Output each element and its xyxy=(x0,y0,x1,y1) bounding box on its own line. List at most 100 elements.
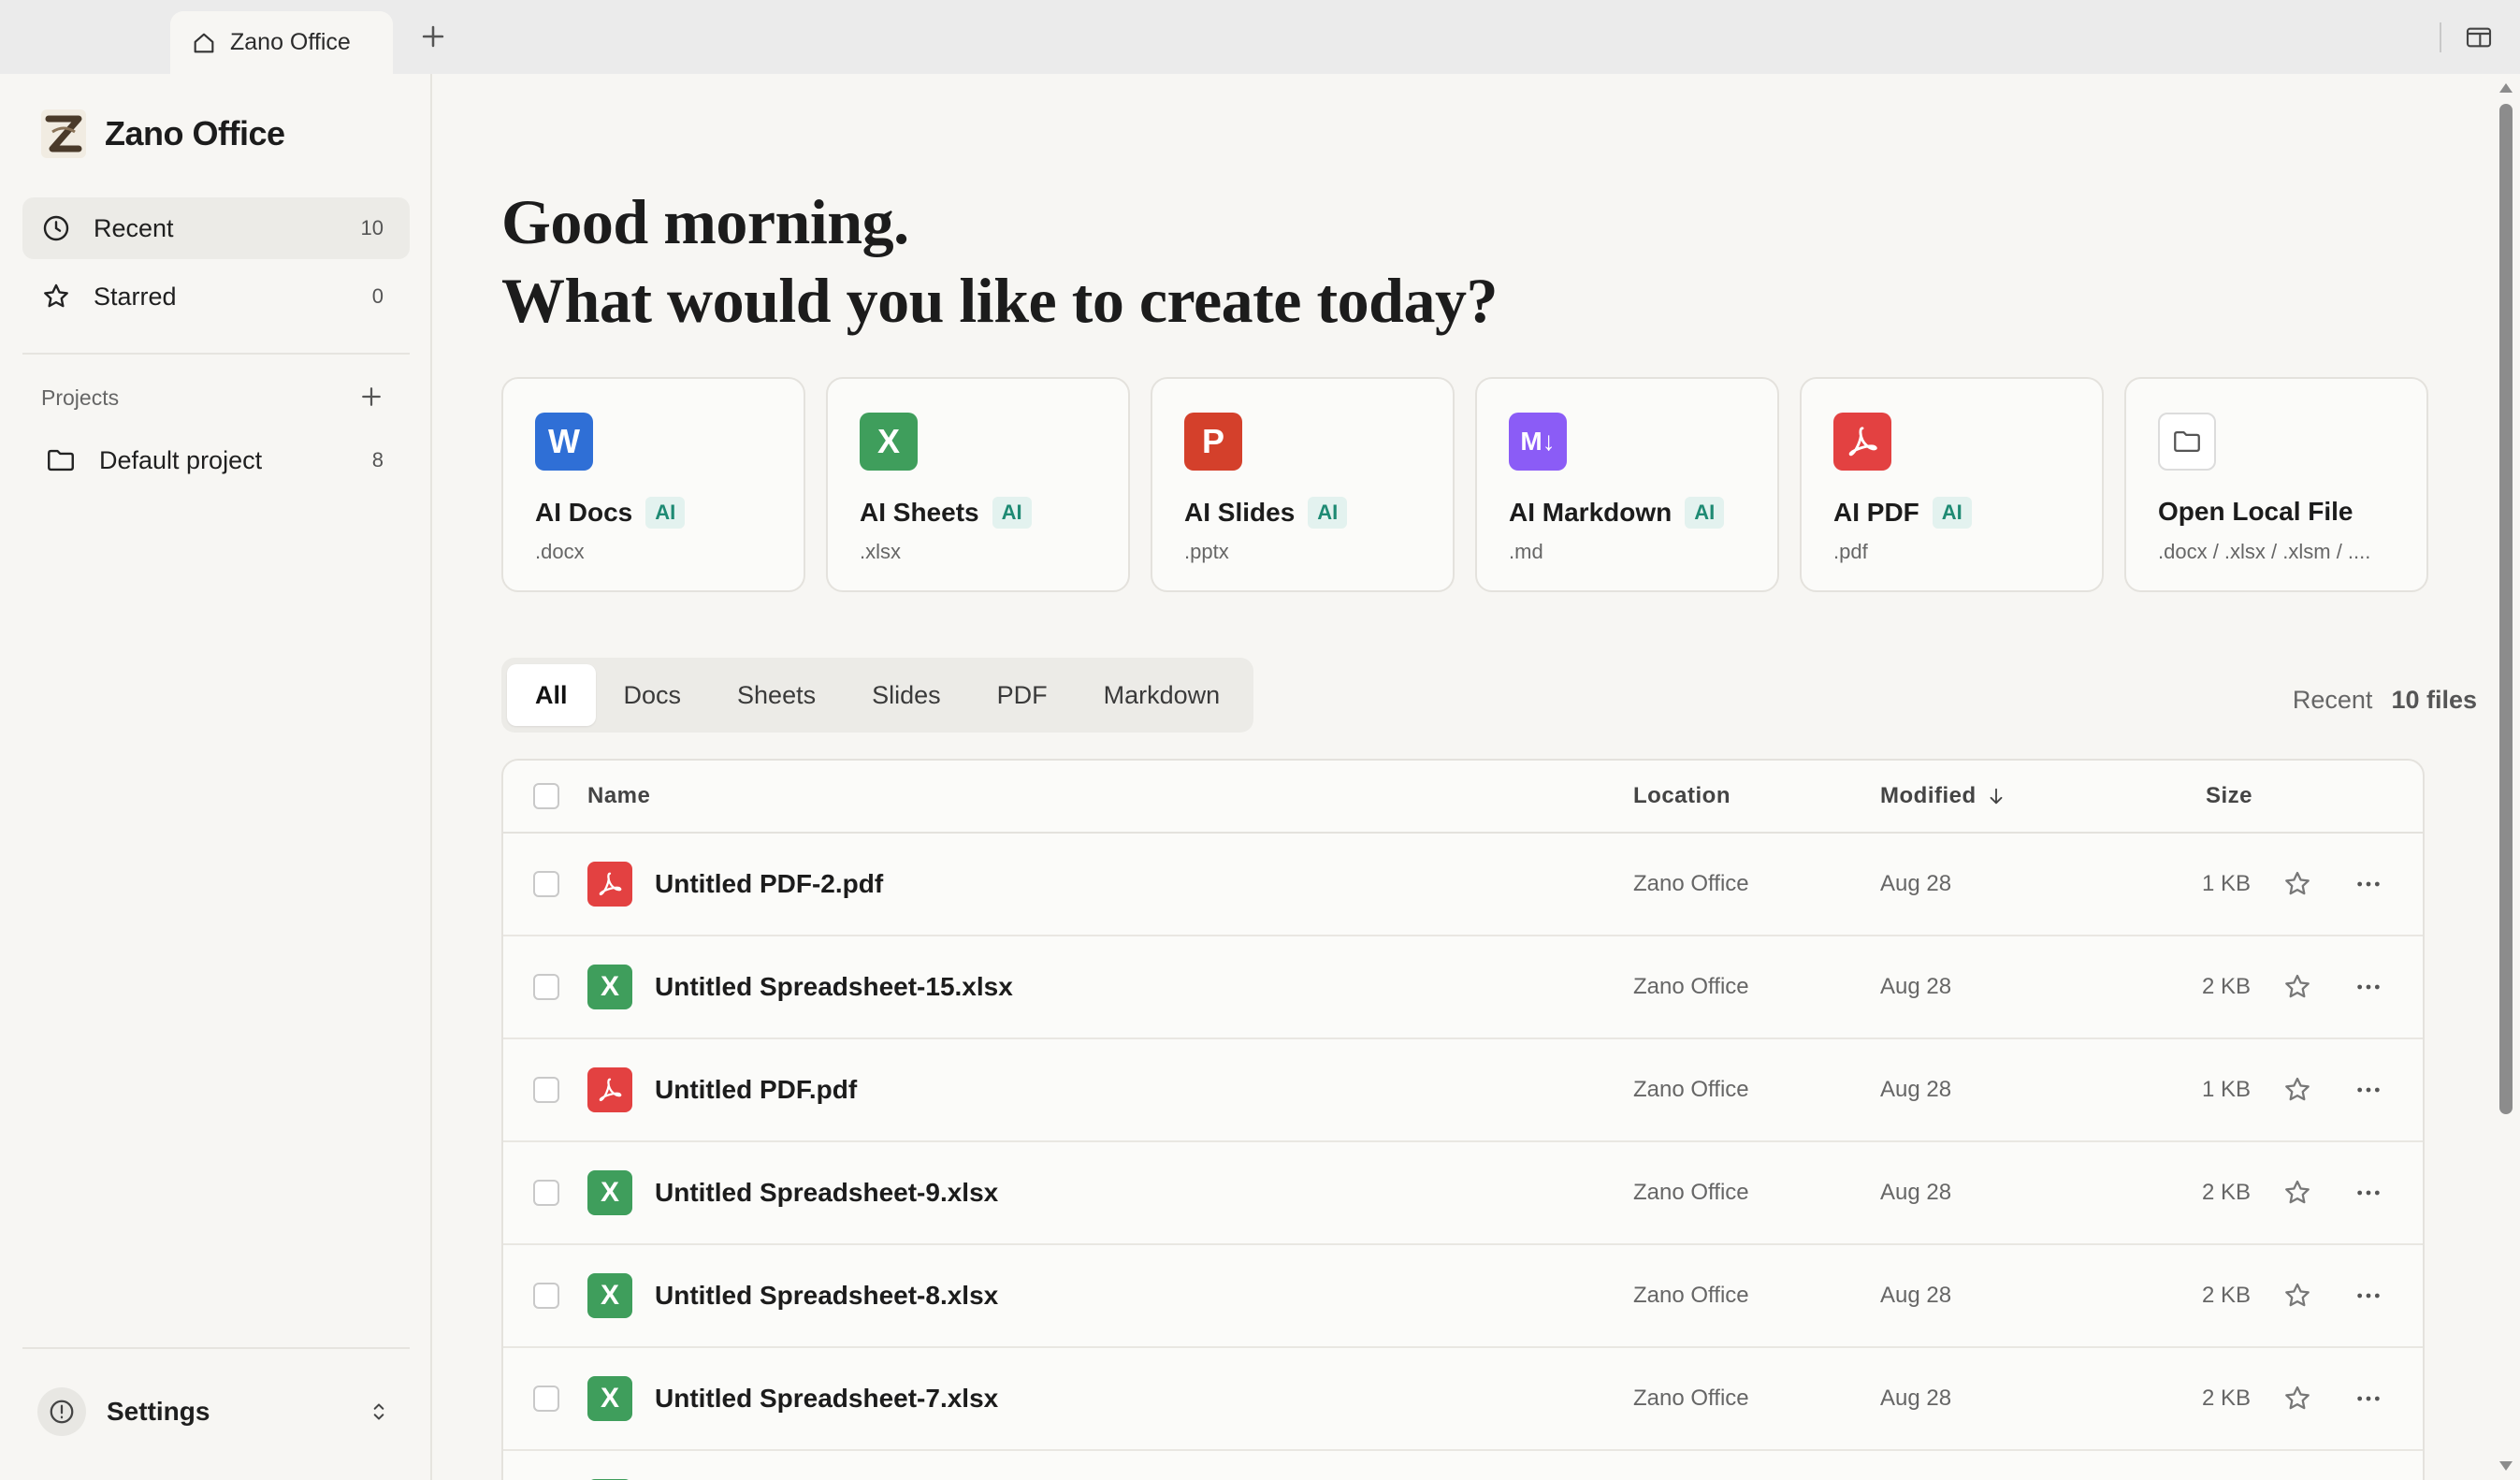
more-options-icon[interactable] xyxy=(2353,869,2383,899)
star-icon[interactable] xyxy=(2282,1384,2312,1414)
file-size: 2 KB xyxy=(2201,1283,2251,1308)
sidebar-item-default-project[interactable]: Default project 8 xyxy=(22,431,410,489)
card-title-text: AI Slides xyxy=(1184,498,1296,527)
file-name[interactable]: Untitled PDF-2.pdf xyxy=(655,869,883,899)
star-icon[interactable] xyxy=(2282,972,2312,1002)
brand[interactable]: Zano Office xyxy=(39,108,285,160)
star-icon[interactable] xyxy=(2282,869,2312,899)
filter-slides[interactable]: Slides xyxy=(844,664,969,726)
star-icon[interactable] xyxy=(2282,1075,2312,1105)
filter-markdown[interactable]: Markdown xyxy=(1076,664,1249,726)
plus-icon[interactable] xyxy=(417,21,449,52)
sidebar-divider xyxy=(22,1347,410,1349)
row-checkbox[interactable] xyxy=(533,871,559,897)
pdf-icon xyxy=(587,862,632,907)
sort-arrow-down-icon xyxy=(1990,788,2003,805)
add-project-icon[interactable] xyxy=(357,383,385,411)
more-options-icon[interactable] xyxy=(2353,972,2383,1002)
column-modified[interactable]: Modified xyxy=(1880,783,2006,809)
file-name[interactable]: Untitled Spreadsheet-9.xlsx xyxy=(655,1178,998,1208)
create-card-ai-pdf[interactable]: AI PDF AI .pdf xyxy=(1800,377,2104,592)
ai-badge: AI xyxy=(992,497,1032,529)
file-type-filter: All Docs Sheets Slides PDF Markdown xyxy=(501,658,1254,733)
spreadsheet-icon: X xyxy=(860,413,918,471)
create-card-open-local-file[interactable]: Open Local File .docx / .xlsx / .xlsm / … xyxy=(2124,377,2428,592)
column-location[interactable]: Location xyxy=(1633,783,1731,809)
card-title: AI PDF AI xyxy=(1833,497,1972,529)
card-extension: .docx / .xlsx / .xlsm / .... xyxy=(2158,540,2371,563)
row-checkbox[interactable] xyxy=(533,1283,559,1309)
ai-badge: AI xyxy=(1308,497,1348,529)
file-name[interactable]: Untitled Spreadsheet-15.xlsx xyxy=(655,972,1013,1002)
chevron-up-down-icon xyxy=(373,1403,384,1420)
table-row[interactable]: X Untitled Spreadsheet-8.xlsx Zano Office A… xyxy=(503,1245,2423,1348)
sidebar-item-label: Starred xyxy=(94,282,177,311)
file-modified: Aug 28 xyxy=(1880,871,1952,896)
toolbar-divider xyxy=(2440,22,2441,52)
more-options-icon[interactable] xyxy=(2353,1178,2383,1208)
home-icon xyxy=(194,33,214,52)
ai-badge: AI xyxy=(1685,497,1725,529)
scroll-thumb[interactable] xyxy=(2499,104,2513,1114)
table-row[interactable]: X xyxy=(503,1451,2423,1480)
more-options-icon[interactable] xyxy=(2353,1075,2383,1105)
browser-tab-bar: Zano Office xyxy=(0,0,2520,74)
row-checkbox[interactable] xyxy=(533,974,559,1000)
folder-icon xyxy=(2158,413,2216,471)
create-card-ai-sheets[interactable]: X AI Sheets AI .xlsx xyxy=(826,377,1130,592)
file-size: 2 KB xyxy=(2201,1180,2251,1205)
markdown-icon: M↓ xyxy=(1509,413,1567,471)
card-extension: .xlsx xyxy=(860,540,901,563)
more-options-icon[interactable] xyxy=(2353,1384,2383,1414)
more-options-icon[interactable] xyxy=(2353,1281,2383,1311)
scroll-up-arrow-icon[interactable] xyxy=(2498,81,2514,94)
file-modified: Aug 28 xyxy=(1880,1180,1952,1205)
file-size: 1 KB xyxy=(2201,1077,2251,1102)
row-checkbox[interactable] xyxy=(533,1386,559,1412)
card-title: AI Docs AI xyxy=(535,497,686,529)
create-card-ai-markdown[interactable]: M↓ AI Markdown AI .md xyxy=(1475,377,1779,592)
card-title-text: AI Markdown xyxy=(1509,498,1673,527)
filter-all[interactable]: All xyxy=(507,664,596,726)
filter-docs[interactable]: Docs xyxy=(596,664,710,726)
card-title-text: AI Docs xyxy=(535,498,633,527)
scroll-down-arrow-icon[interactable] xyxy=(2498,1459,2514,1473)
browser-tab[interactable]: Zano Office xyxy=(170,11,393,74)
table-row[interactable]: Untitled PDF.pdf Zano Office Aug 28 1 KB xyxy=(503,1039,2423,1142)
create-cards: W AI Docs AI .docx X AI Sheets AI .xlsx … xyxy=(501,377,2428,592)
sidebar-panel-icon[interactable] xyxy=(2464,22,2494,52)
file-name[interactable]: Untitled Spreadsheet-8.xlsx xyxy=(655,1281,998,1311)
sidebar-divider xyxy=(22,353,410,355)
pdf-icon xyxy=(587,1067,632,1112)
column-modified-label: Modified xyxy=(1880,783,1977,808)
projects-heading: Projects xyxy=(41,385,120,410)
column-size[interactable]: Size xyxy=(2206,783,2252,809)
project-count: 8 xyxy=(371,448,384,472)
settings-button[interactable]: Settings xyxy=(22,1372,410,1451)
table-row[interactable]: X Untitled Spreadsheet-15.xlsx Zano Office… xyxy=(503,936,2423,1039)
file-name[interactable]: Untitled Spreadsheet-7.xlsx xyxy=(655,1384,998,1414)
pdf-icon xyxy=(1833,413,1891,471)
card-title-text: AI Sheets xyxy=(860,498,979,527)
scrollbar[interactable] xyxy=(2492,74,2520,1480)
row-checkbox[interactable] xyxy=(533,1180,559,1206)
file-location: Zano Office xyxy=(1633,871,1749,896)
filter-sheets[interactable]: Sheets xyxy=(709,664,844,726)
column-name[interactable]: Name xyxy=(587,783,650,809)
create-card-ai-slides[interactable]: P AI Slides AI .pptx xyxy=(1151,377,1455,592)
star-icon[interactable] xyxy=(2282,1178,2312,1208)
sidebar-item-recent[interactable]: Recent 10 xyxy=(22,197,410,259)
create-card-ai-docs[interactable]: W AI Docs AI .docx xyxy=(501,377,805,592)
select-all-checkbox[interactable] xyxy=(533,783,559,809)
card-title: AI Markdown AI xyxy=(1509,497,1725,529)
sidebar-item-starred[interactable]: Starred 0 xyxy=(22,266,410,327)
file-name[interactable]: Untitled PDF.pdf xyxy=(655,1075,857,1105)
table-row[interactable]: X Untitled Spreadsheet-7.xlsx Zano Office A… xyxy=(503,1348,2423,1451)
table-row[interactable]: Untitled PDF-2.pdf Zano Office Aug 28 1 KB xyxy=(503,834,2423,936)
recent-count: 10 files xyxy=(2391,686,2477,714)
star-icon[interactable] xyxy=(2282,1281,2312,1311)
filter-pdf[interactable]: PDF xyxy=(969,664,1076,726)
row-checkbox[interactable] xyxy=(533,1077,559,1103)
table-row[interactable]: X Untitled Spreadsheet-9.xlsx Zano Office A… xyxy=(503,1142,2423,1245)
card-title: Open Local File xyxy=(2158,497,2353,527)
